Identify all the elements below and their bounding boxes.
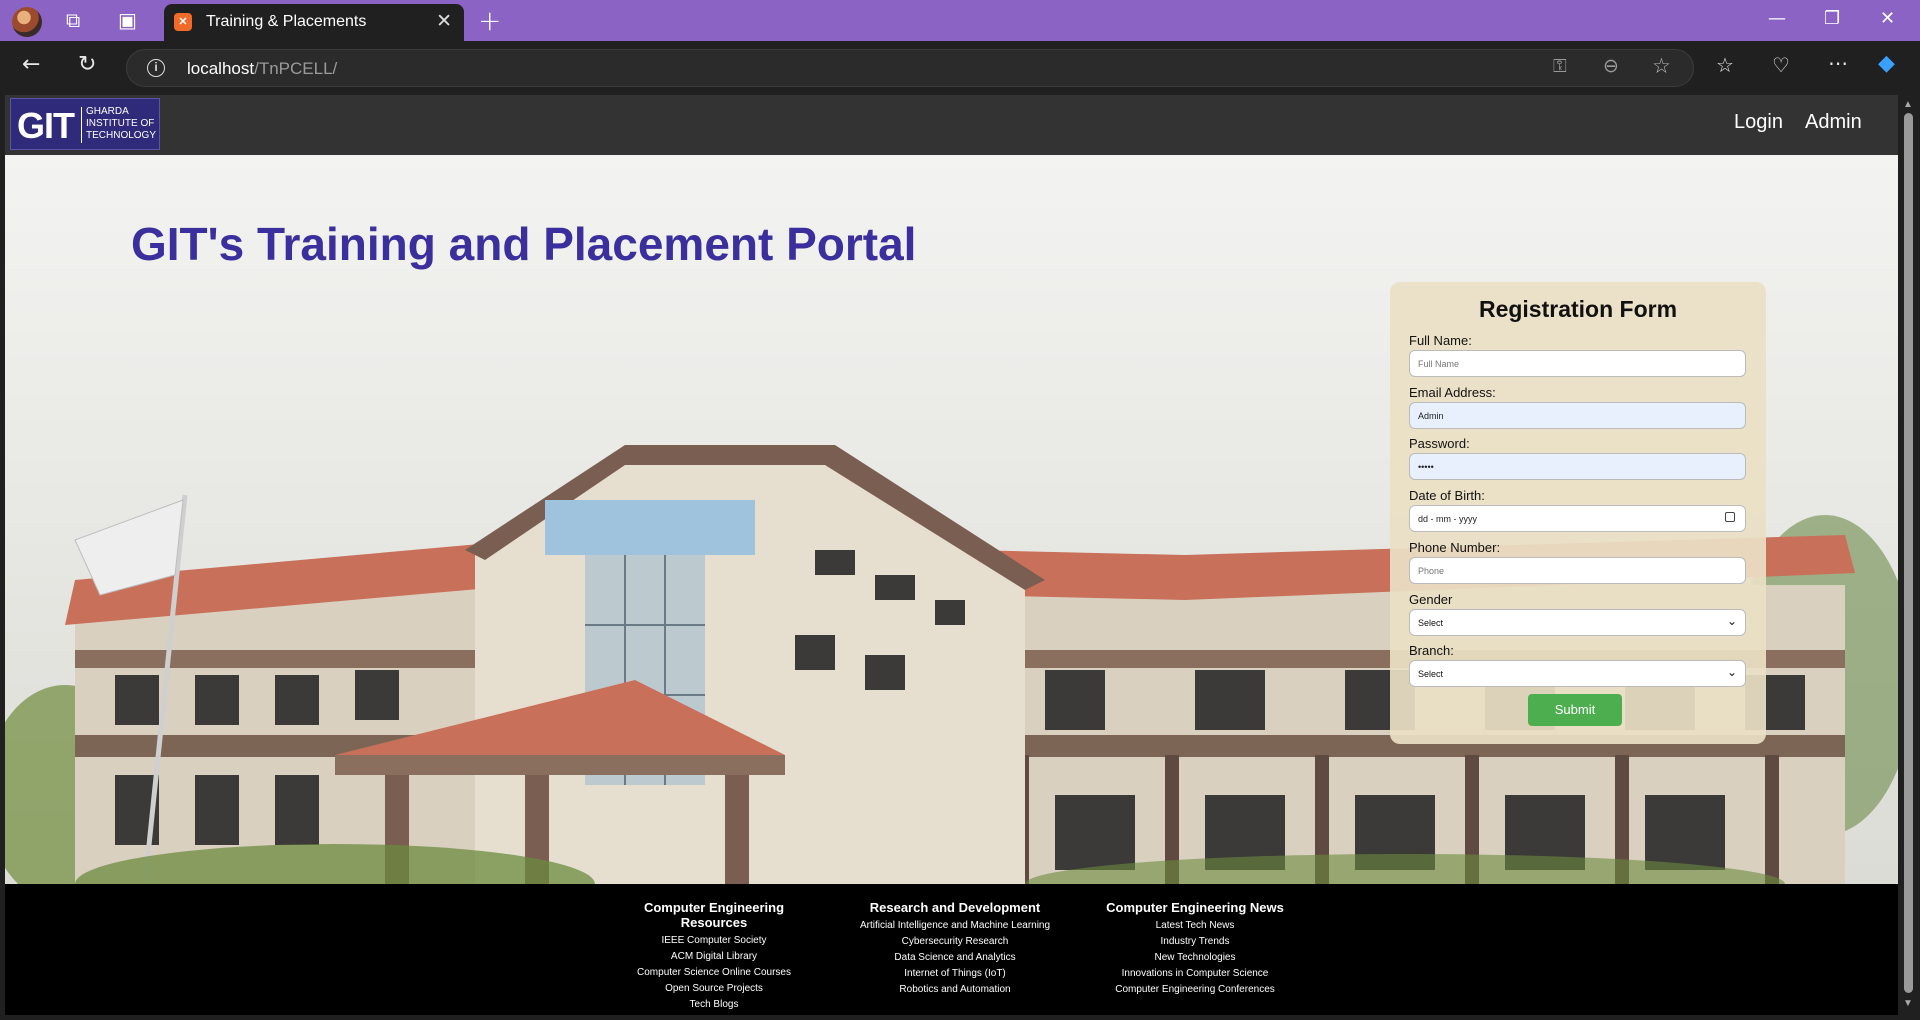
- portal-title: GIT's Training and Placement Portal: [131, 218, 917, 270]
- gender-select[interactable]: Select ⌄: [1409, 609, 1746, 636]
- chevron-down-icon: ⌄: [1726, 614, 1737, 628]
- close-tab-icon[interactable]: ✕: [436, 10, 452, 32]
- scroll-down-icon[interactable]: ▼: [1903, 998, 1913, 1009]
- footer-link[interactable]: Industry Trends: [1090, 934, 1300, 950]
- profile-avatar[interactable]: [12, 7, 42, 37]
- browser-essentials-icon[interactable]: ♡: [1772, 53, 1790, 77]
- footer-link[interactable]: Computer Engineering Conferences: [1090, 982, 1300, 998]
- footer-heading: Computer Engineering Resources: [643, 900, 785, 930]
- zoom-out-icon[interactable]: ⊖: [1603, 55, 1619, 77]
- footer-heading: Computer Engineering News: [1106, 900, 1284, 915]
- more-options-icon[interactable]: ⋯: [1828, 51, 1848, 75]
- footer-link[interactable]: ACM Digital Library: [609, 949, 819, 965]
- site-info-icon[interactable]: i: [147, 59, 165, 77]
- footer-column-research: Research and Development Artificial Inte…: [845, 900, 1065, 998]
- footer-link[interactable]: Computer Science Online Courses: [609, 965, 819, 981]
- new-tab-icon[interactable]: +: [478, 4, 501, 37]
- tab-title: Training & Placements: [206, 13, 367, 30]
- site-navbar: GIT GHARDA INSTITUTE OF TECHNOLOGY Login…: [5, 95, 1898, 155]
- active-tab[interactable]: ✕ Training & Placements ✕: [164, 4, 464, 41]
- phone-input[interactable]: Phone: [1409, 557, 1746, 584]
- minimize-icon[interactable]: —: [1768, 8, 1786, 29]
- footer-column-resources: Computer Engineering Resources IEEE Comp…: [609, 900, 819, 1013]
- footer-link[interactable]: Open Source Projects: [609, 981, 819, 997]
- password-input[interactable]: •••••: [1409, 453, 1746, 480]
- email-label: Email Address:: [1409, 385, 1496, 400]
- footer-link[interactable]: Latest Tech News: [1090, 918, 1300, 934]
- footer-link[interactable]: Innovations in Computer Science: [1090, 966, 1300, 982]
- branch-select[interactable]: Select ⌄: [1409, 660, 1746, 687]
- address-bar-row: ← ↻ i localhost/TnPCELL/ ⚿ ⊖ ☆ ☆ ♡ ⋯ ◆: [0, 41, 1920, 95]
- git-logo[interactable]: GIT GHARDA INSTITUTE OF TECHNOLOGY: [10, 98, 160, 150]
- footer-link[interactable]: New Technologies: [1090, 950, 1300, 966]
- browser-tab-strip: ⧉ ▣ ✕ Training & Placements ✕ + — ❐ ✕: [0, 0, 1920, 41]
- page-scrollbar[interactable]: ▲ ▼: [1898, 95, 1920, 1020]
- footer-link[interactable]: Internet of Things (IoT): [845, 966, 1065, 982]
- favorite-star-icon[interactable]: ☆: [1652, 54, 1671, 78]
- hero-section: GIT's Training and Placement Portal Regi…: [5, 155, 1898, 884]
- registration-form: Registration Form Full Name: Full Name E…: [1390, 282, 1766, 744]
- password-label: Password:: [1409, 436, 1470, 451]
- dob-label: Date of Birth:: [1409, 488, 1485, 503]
- submit-button[interactable]: Submit: [1528, 694, 1622, 726]
- url-text: localhost/TnPCELL/: [187, 59, 338, 78]
- footer-heading: Research and Development: [869, 900, 1041, 915]
- workspaces-icon[interactable]: ⧉: [66, 8, 80, 32]
- logo-divider: [81, 107, 82, 143]
- dob-input[interactable]: dd - mm - yyyy: [1409, 505, 1746, 532]
- vertical-tabs-icon[interactable]: ▣: [118, 8, 137, 32]
- dob-placeholder: dd - mm - yyyy: [1418, 514, 1478, 524]
- footer-link[interactable]: Artificial Intelligence and Machine Lear…: [845, 918, 1065, 934]
- restore-icon[interactable]: ❐: [1824, 8, 1840, 29]
- footer-link[interactable]: IEEE Computer Society: [609, 933, 819, 949]
- url-field[interactable]: i localhost/TnPCELL/ ⚿ ⊖ ☆: [126, 49, 1694, 87]
- footer-link[interactable]: Cybersecurity Research: [845, 934, 1065, 950]
- chevron-down-icon: ⌄: [1726, 665, 1737, 679]
- phone-label: Phone Number:: [1409, 540, 1501, 555]
- email-input[interactable]: Admin: [1409, 402, 1746, 429]
- favorites-icon[interactable]: ☆: [1716, 53, 1734, 77]
- tab-favicon: ✕: [174, 13, 192, 31]
- refresh-icon[interactable]: ↻: [78, 52, 96, 77]
- form-title: Registration Form: [1478, 296, 1678, 322]
- back-icon[interactable]: ←: [22, 52, 40, 77]
- page-viewport: GIT GHARDA INSTITUTE OF TECHNOLOGY Login…: [5, 95, 1898, 1015]
- fullname-input[interactable]: Full Name: [1409, 350, 1746, 377]
- footer-link[interactable]: Robotics and Automation: [845, 982, 1065, 998]
- scroll-up-icon[interactable]: ▲: [1903, 99, 1913, 110]
- close-window-icon[interactable]: ✕: [1880, 8, 1895, 29]
- password-key-icon[interactable]: ⚿: [1553, 56, 1567, 77]
- copilot-icon[interactable]: ◆: [1878, 51, 1895, 76]
- logo-subtext: GHARDA INSTITUTE OF TECHNOLOGY: [86, 106, 157, 141]
- site-footer: Computer Engineering Resources IEEE Comp…: [5, 884, 1898, 1015]
- branch-selected: Select: [1418, 669, 1444, 679]
- gender-selected: Select: [1418, 618, 1444, 628]
- fullname-label: Full Name:: [1409, 333, 1472, 348]
- login-link[interactable]: Login: [1734, 111, 1783, 134]
- calendar-icon[interactable]: [1725, 512, 1735, 522]
- branch-label: Branch:: [1409, 643, 1454, 658]
- admin-link[interactable]: Admin: [1805, 111, 1862, 134]
- scrollbar-thumb[interactable]: [1904, 113, 1913, 993]
- logo-text: GIT: [17, 105, 75, 146]
- footer-link[interactable]: Tech Blogs: [609, 997, 819, 1013]
- footer-link[interactable]: Data Science and Analytics: [845, 950, 1065, 966]
- footer-column-news: Computer Engineering News Latest Tech Ne…: [1090, 900, 1300, 998]
- gender-label: Gender: [1409, 592, 1453, 607]
